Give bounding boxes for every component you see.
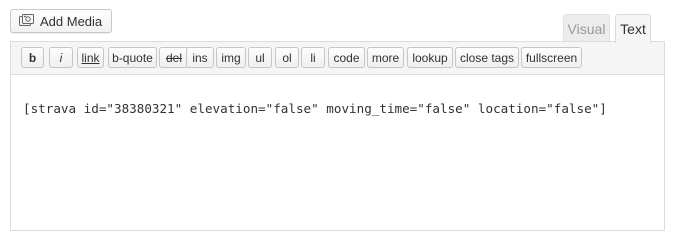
add-media-button[interactable]: Add Media (10, 9, 113, 33)
text-editor: b i link b-quote del ins img ul ol li co… (10, 41, 665, 231)
tab-text[interactable]: Text (615, 14, 651, 43)
quicktags-toolbar: b i link b-quote del ins img ul ol li co… (11, 42, 664, 75)
ol-button[interactable]: ol (275, 47, 299, 68)
link-button[interactable]: link (77, 47, 104, 68)
fullscreen-button[interactable]: fullscreen (521, 47, 582, 68)
code-button[interactable]: code (328, 47, 365, 68)
lookup-button[interactable]: lookup (407, 47, 453, 68)
li-button[interactable]: li (301, 47, 325, 68)
add-media-label: Add Media (40, 13, 103, 29)
ul-button[interactable]: ul (248, 47, 272, 68)
media-camera-icon (18, 13, 35, 29)
img-button[interactable]: img (216, 47, 246, 68)
ins-button[interactable]: ins (186, 47, 214, 68)
italic-button[interactable]: i (49, 47, 73, 68)
post-editor: Add Media Visual Text b i link b-quote d… (0, 0, 675, 231)
bold-button[interactable]: b (21, 47, 44, 68)
close-tags-button[interactable]: close tags (455, 47, 519, 68)
del-button[interactable]: del (159, 47, 189, 68)
blockquote-button[interactable]: b-quote (108, 47, 157, 68)
tab-visual[interactable]: Visual (563, 14, 610, 42)
editor-content[interactable]: [strava id="38380321" elevation="false" … (23, 101, 607, 116)
more-button[interactable]: more (367, 47, 404, 68)
